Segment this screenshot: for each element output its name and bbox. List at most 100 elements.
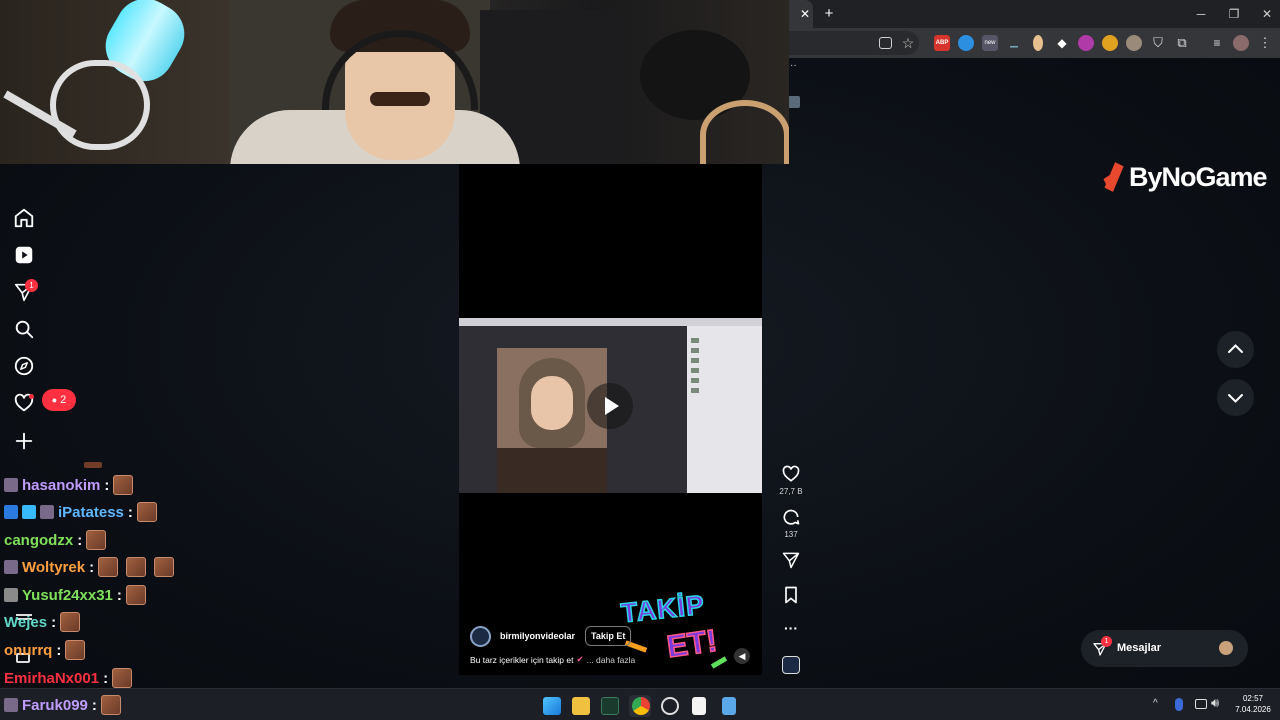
extension-icon[interactable] [1102, 35, 1118, 51]
minimize-button[interactable]: ─ [1193, 6, 1209, 22]
document-icon[interactable] [692, 697, 706, 715]
chrome-menu-icon[interactable]: ⋮ [1257, 35, 1273, 51]
emote-fragment [84, 462, 102, 468]
extension-icon[interactable] [1033, 35, 1043, 51]
extension-icon[interactable]: ◆ [1054, 35, 1070, 51]
create-plus-icon[interactable] [13, 430, 35, 452]
comment-icon[interactable] [780, 507, 802, 532]
notifications-heart-icon[interactable] [13, 392, 35, 414]
chat-separator: : [104, 476, 110, 494]
terminal-icon[interactable] [601, 697, 619, 715]
new-tab-button[interactable]: + [821, 6, 837, 22]
chat-username: Yusuf24xx31 [22, 586, 113, 604]
comment-count: 137 [784, 530, 798, 539]
more-options-icon[interactable]: ··· [780, 620, 802, 636]
search-icon[interactable] [13, 318, 35, 340]
share-icon[interactable] [780, 550, 802, 575]
wooden-chair [700, 100, 789, 164]
chat-message: Wejes : [4, 610, 81, 634]
file-explorer-icon[interactable] [572, 697, 590, 715]
audio-thumbnail[interactable] [782, 656, 800, 674]
account-name[interactable]: birmilyonvideolar [500, 631, 575, 641]
explore-icon[interactable] [13, 355, 35, 377]
extension-icon[interactable]: ▁ [1006, 35, 1022, 51]
reels-icon[interactable] [13, 244, 35, 266]
home-icon[interactable] [13, 207, 35, 229]
maximize-button[interactable]: ❐ [1226, 6, 1242, 22]
chat-separator: : [91, 696, 97, 714]
emote-icon [126, 557, 147, 577]
obs-icon[interactable] [661, 697, 679, 715]
emote-icon [136, 502, 157, 522]
reel-caption-row: Bu tarz içerikler için takip et ✔ ... da… [470, 654, 635, 665]
followers-count: 2 [60, 394, 67, 406]
star-icon[interactable]: ☆ [900, 35, 916, 51]
bookmark-icon[interactable] [780, 585, 802, 610]
page-thumbnail-icon[interactable] [788, 96, 800, 108]
chrome-icon[interactable] [632, 697, 650, 715]
chevron-down-icon [1228, 394, 1243, 403]
play-icon [605, 397, 619, 415]
user-badge-icon [4, 505, 18, 519]
adblock-icon[interactable]: ABP [934, 35, 950, 51]
network-icon[interactable] [1195, 699, 1207, 709]
play-button[interactable] [587, 383, 633, 429]
emote-icon [60, 612, 81, 632]
chat-message: hasanokim : [4, 473, 134, 497]
mute-icon[interactable]: ◀ [734, 648, 750, 664]
reel-player[interactable]: TAKİP ET! birmilyonvideolar Takip Et Bu … [459, 164, 762, 675]
side-list [691, 338, 699, 398]
notepad-icon[interactable] [722, 697, 736, 715]
user-badge-icon [40, 505, 54, 519]
messages-icon[interactable]: 1 [13, 279, 38, 303]
chat-username: EmirhaNx001 [4, 669, 100, 687]
tab-close-icon[interactable]: ✕ [797, 6, 813, 22]
caption-more-link[interactable]: ... daha fazla [587, 655, 636, 665]
start-windows-icon[interactable] [543, 697, 561, 715]
tray-chevron-icon[interactable]: ^ [1153, 698, 1158, 709]
volume-icon[interactable]: 🔊︎ [1211, 695, 1219, 711]
check-emoji-icon: ✔ [576, 654, 584, 664]
person-icon: ● [51, 395, 58, 405]
profile-avatar[interactable] [1233, 35, 1249, 51]
account-avatar[interactable] [470, 626, 491, 647]
emote-icon [125, 585, 146, 605]
messages-count-badge: 1 [25, 279, 38, 292]
extension-icon[interactable]: new [982, 35, 998, 51]
follow-button[interactable]: Takip Et [585, 626, 632, 646]
chat-username: hasanokim [22, 476, 101, 494]
window-close-button[interactable]: ✕ [1259, 6, 1275, 22]
chat-separator: : [77, 531, 83, 549]
extension-icon[interactable] [958, 35, 974, 51]
clock-time: 02:57 [1242, 694, 1264, 703]
chat-message: iPatatess : [4, 500, 157, 524]
emote-icon [100, 695, 121, 715]
extension-icon[interactable] [1126, 35, 1142, 51]
emote-icon [154, 557, 175, 577]
chat-username: cangodzx [4, 531, 74, 549]
sticker-text: TAKİP [619, 589, 707, 629]
chat-username: Faruk099 [22, 696, 88, 714]
chat-message: Woltyrek : [4, 555, 175, 579]
previous-reel-button[interactable] [1217, 331, 1254, 368]
extension-icon[interactable] [1078, 35, 1094, 51]
new-followers-popup[interactable]: ● 2 [42, 389, 76, 411]
shield-icon[interactable]: ⛉ [1150, 35, 1166, 51]
messages-pill[interactable]: 1 Mesajlar [1081, 630, 1248, 667]
user-badge-icon [22, 505, 36, 519]
like-icon[interactable] [780, 464, 802, 489]
next-reel-button[interactable] [1217, 379, 1254, 416]
bynogame-logo: ByNoGame [1100, 160, 1268, 194]
microphone-tray-icon[interactable] [1175, 698, 1183, 711]
user-badge-icon [4, 588, 18, 602]
puzzle-icon[interactable]: ⧉ [1174, 35, 1190, 51]
chat-username: Woltyrek [22, 558, 86, 576]
sidebar-dots-icon[interactable]: ·· [790, 60, 797, 71]
install-icon[interactable] [879, 37, 892, 49]
conversation-avatar [1219, 641, 1233, 655]
chat-separator: : [103, 669, 109, 687]
media-icon[interactable]: ≡ [1209, 35, 1225, 51]
chat-separator: : [89, 558, 95, 576]
participant-face [531, 376, 573, 430]
taskbar-clock[interactable]: 02:57 7.04.2026 [1233, 693, 1273, 715]
